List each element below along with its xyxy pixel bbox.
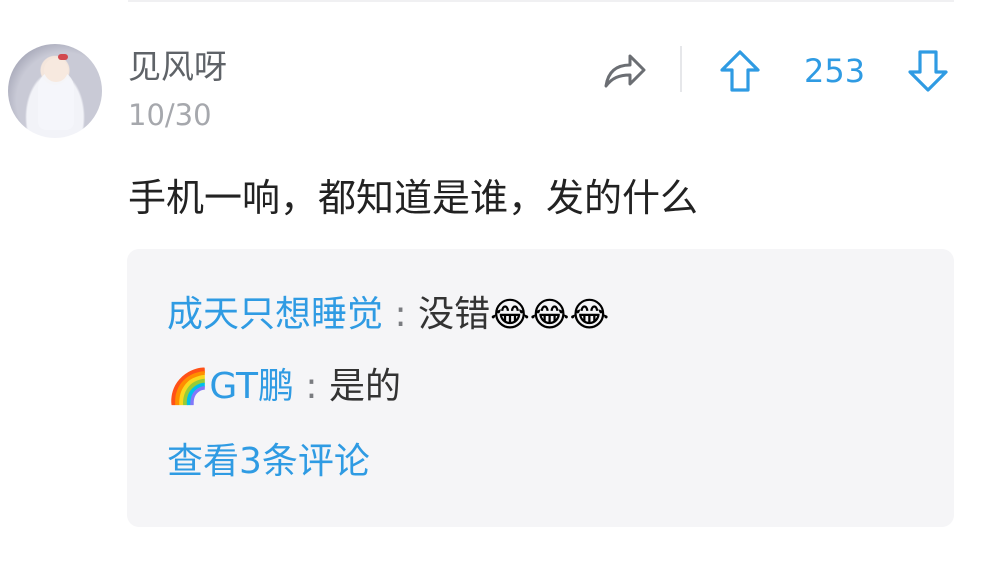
arrow-down-icon bbox=[908, 50, 948, 92]
reply-separator: : bbox=[305, 366, 318, 407]
rainbow-emoji: 🌈 bbox=[167, 367, 210, 407]
reply-author[interactable]: GT鹏 bbox=[209, 366, 294, 407]
downvote-button[interactable] bbox=[906, 48, 950, 94]
comment-date: 10/30 bbox=[128, 98, 212, 132]
reply-item[interactable]: 成天只想睡觉 : 没错😂😂😂 bbox=[167, 297, 609, 333]
avatar-bow bbox=[58, 54, 68, 60]
top-divider bbox=[128, 0, 954, 2]
avatar-head bbox=[44, 58, 68, 82]
avatar[interactable] bbox=[8, 44, 102, 138]
share-arrow-icon bbox=[604, 54, 646, 88]
reply-text: 没错 bbox=[418, 294, 491, 335]
reply-text: 是的 bbox=[329, 366, 402, 407]
upvote-button[interactable] bbox=[718, 48, 762, 94]
reply-item[interactable]: 🌈GT鹏 : 是的 bbox=[167, 369, 401, 405]
replies-box: 成天只想睡觉 : 没错😂😂😂 🌈GT鹏 : 是的 查看3条评论 bbox=[127, 249, 954, 527]
reply-separator: : bbox=[394, 294, 407, 335]
view-more-comments-link[interactable]: 查看3条评论 bbox=[167, 444, 370, 480]
username[interactable]: 见风呀 bbox=[128, 50, 227, 83]
laughing-crying-emoji: 😂😂😂 bbox=[490, 295, 610, 335]
action-separator bbox=[680, 46, 682, 92]
share-button[interactable] bbox=[600, 48, 648, 92]
arrow-up-icon bbox=[720, 50, 760, 92]
reply-author[interactable]: 成天只想睡觉 bbox=[167, 294, 383, 335]
vote-count: 253 bbox=[804, 52, 866, 90]
comment-content: 手机一响，都知道是谁，发的什么 bbox=[128, 176, 699, 220]
